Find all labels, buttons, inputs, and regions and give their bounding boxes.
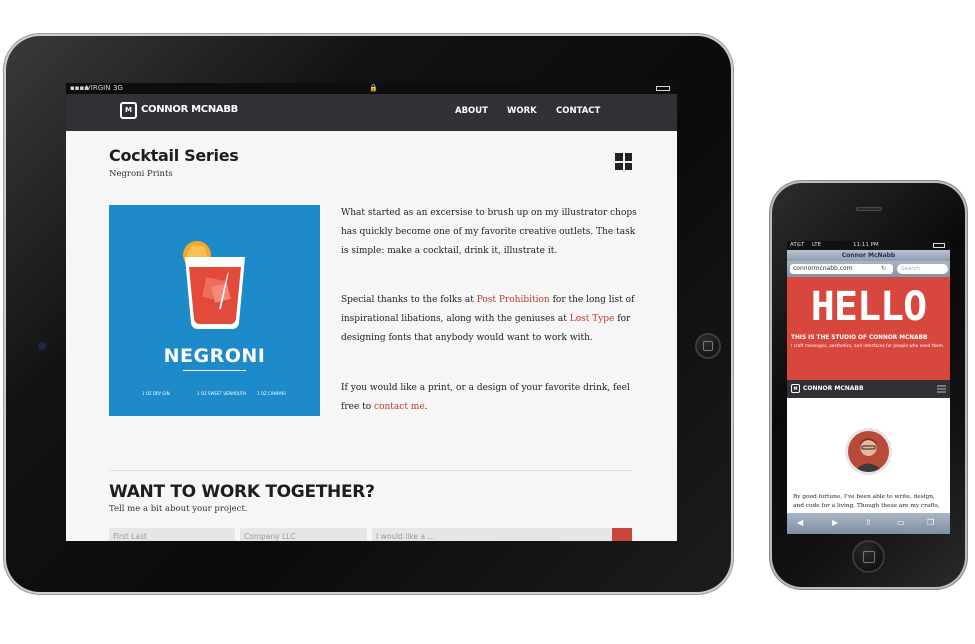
ipad-camera [38, 342, 46, 350]
time-label: 11:11 PM [853, 242, 879, 248]
network-label: LTE [812, 242, 822, 248]
iphone-speaker [856, 207, 882, 211]
grid-view-icon[interactable] [615, 153, 632, 170]
carrier-label: VIRGIN [86, 84, 111, 92]
description-paragraph-3: If you would like a print, or a design o… [341, 383, 630, 412]
iphone-status-bar: AT&T LTE 11:11 PM [787, 241, 950, 250]
contact-heading: WANT TO WORK TOGETHER? [109, 482, 375, 502]
request-field[interactable]: I would like a ... [372, 528, 612, 541]
hero-tagline: I craft messages, aesthetics, and interf… [791, 344, 945, 349]
name-field[interactable]: First Last [109, 528, 235, 541]
logo-icon[interactable]: M [120, 102, 137, 119]
poster-title: NEGRONI [163, 345, 266, 367]
battery-icon [656, 86, 670, 91]
reload-icon[interactable]: ↻ [881, 265, 886, 272]
nav-work[interactable]: WORK [507, 106, 537, 116]
ipad-status-bar: ▪▪▪▪ VIRGIN 3G 🔒 [66, 83, 677, 94]
poster-ingredient: 1 OZ CAMPARI [257, 391, 286, 396]
lost-type-link[interactable]: Lost Type [570, 314, 615, 324]
iphone-device: AT&T LTE 11:11 PM Connor McNabb connormc… [772, 183, 965, 587]
home-square-icon [863, 551, 875, 563]
home-square-icon [703, 341, 713, 351]
brand-link[interactable]: CONNOR MCNABB [141, 104, 238, 115]
browser-page-title: Connor McNabb [787, 250, 950, 261]
iphone-screen: AT&T LTE 11:11 PM Connor McNabb connormc… [787, 241, 950, 534]
forward-icon[interactable]: ▶ [832, 518, 838, 527]
ipad-screen: ▪▪▪▪ VIRGIN 3G 🔒 M CONNOR MCNABB ABOUT W… [66, 83, 677, 541]
poster-divider [183, 370, 246, 371]
description-paragraph-1: What started as an excersise to brush up… [341, 208, 637, 256]
hero-banner: HELLO THIS IS THE STUDIO OF CONNOR MCNAB… [787, 277, 950, 380]
submit-button[interactable] [612, 528, 632, 541]
lock-icon: 🔒 [369, 84, 378, 92]
tabs-icon[interactable]: ❐ [927, 518, 934, 527]
ipad-home-button[interactable] [695, 333, 721, 359]
nav-contact[interactable]: CONTACT [556, 106, 600, 116]
network-label: 3G [113, 84, 123, 92]
nav-about[interactable]: ABOUT [455, 106, 488, 116]
bookmarks-icon[interactable]: ▭ [897, 518, 905, 527]
section-divider [109, 470, 632, 471]
share-icon[interactable]: ⇪ [865, 518, 872, 527]
description-paragraph-2: Special thanks to the folks at Post Proh… [341, 295, 635, 343]
back-icon[interactable]: ◀ [797, 518, 803, 527]
cocktail-glass-icon [183, 241, 245, 329]
page-title: Cocktail Series [109, 146, 239, 165]
hero-studio: THIS IS THE STUDIO OF CONNOR MCNABB [791, 335, 928, 341]
logo-icon[interactable]: M [791, 384, 800, 393]
site-nav: M CONNOR MCNABB ABOUT WORK CONTACT [66, 94, 677, 131]
contact-subheading: Tell me a bit about your project. [109, 504, 248, 514]
menu-icon[interactable] [937, 385, 946, 393]
contact-me-link[interactable]: contact me [374, 402, 425, 412]
company-field[interactable]: Company LLC [240, 528, 367, 541]
browser-toolbar: ◀ ▶ ⇪ ▭ ❐ [787, 513, 950, 534]
iphone-camera [841, 206, 847, 212]
search-input[interactable]: Search [897, 264, 948, 274]
negroni-poster: NEGRONI 1 OZ DRY GIN 1 OZ SWEET VERMOUTH… [109, 205, 320, 416]
battery-icon [933, 243, 945, 248]
hero-title: HELLO [810, 284, 927, 330]
mobile-nav: M CONNOR MCNABB [787, 380, 950, 398]
url-field[interactable]: connormcnabb.com [790, 264, 893, 274]
poster-ingredient: 1 OZ DRY GIN [142, 391, 170, 396]
brand-link[interactable]: CONNOR MCNABB [803, 385, 864, 392]
page-subtitle: Negroni Prints [109, 169, 173, 179]
poster-ingredient: 1 OZ SWEET VERMOUTH [197, 391, 247, 396]
browser-url-bar: connormcnabb.com ↻ Search [787, 261, 950, 277]
post-prohibition-link[interactable]: Post Prohibition [477, 295, 550, 305]
carrier-label: AT&T [790, 242, 805, 248]
avatar-photo [848, 431, 889, 472]
iphone-home-button[interactable] [852, 540, 885, 573]
avatar [845, 428, 892, 475]
